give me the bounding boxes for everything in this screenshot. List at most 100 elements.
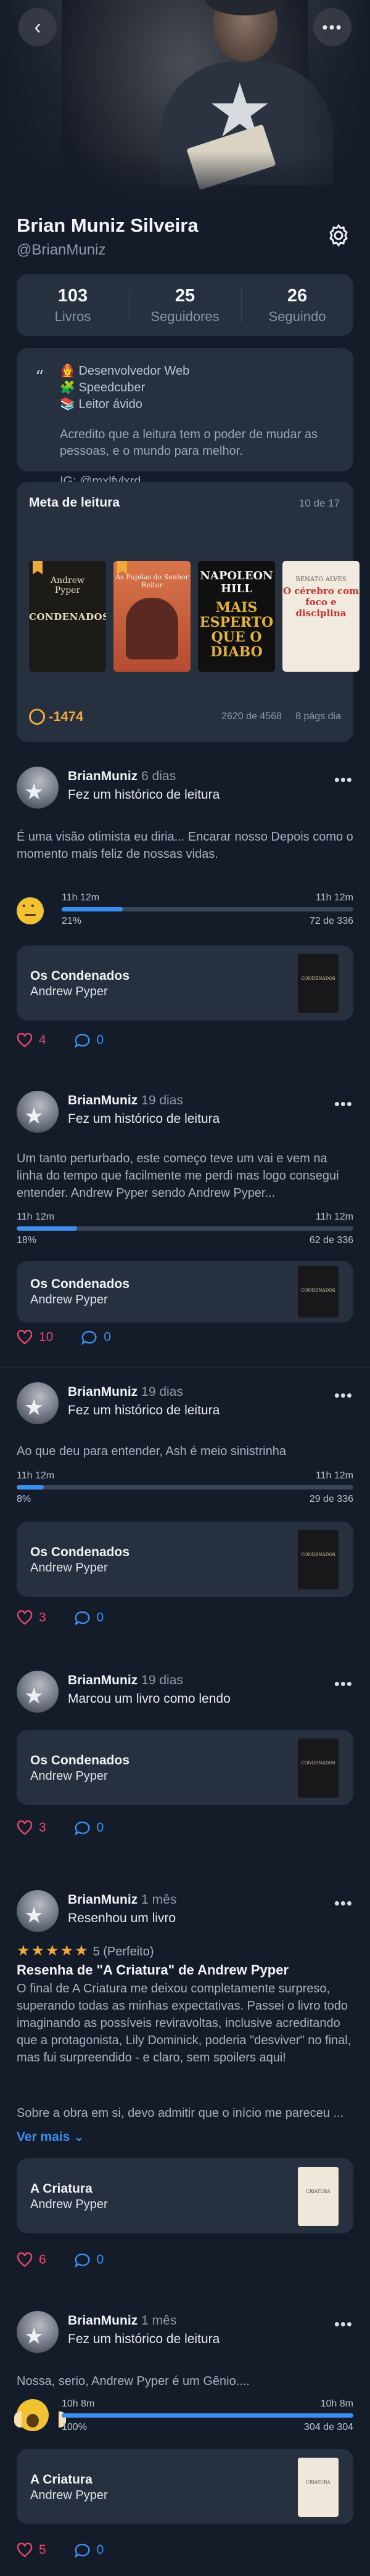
- heart-icon: [17, 1033, 33, 1048]
- pages-remaining: -1474: [29, 709, 83, 725]
- avatar[interactable]: [17, 1671, 59, 1713]
- feed-post: BrianMuniz19 dias Fez um histórico de le…: [0, 1091, 370, 1368]
- comment-icon: [74, 2544, 89, 2558]
- feed-post: BrianMuniz1 mês Fez um histórico de leit…: [0, 2311, 370, 2576]
- rating-stars: ★★★★★ 5 (Perfeito): [17, 1942, 154, 1959]
- progress-bar-fill: [62, 907, 123, 911]
- book-card[interactable]: Os Condenados Andrew Pyper CONDENADOS: [17, 1730, 353, 1805]
- book-cover[interactable]: As Pupilas do Senhor Reitor: [113, 561, 191, 672]
- feed-post: BrianMuniz19 dias Fez um histórico de le…: [0, 1382, 370, 1652]
- post-time: 1 mês: [141, 2313, 177, 2328]
- comment-button[interactable]: 0: [74, 2543, 104, 2558]
- review-text: O final de A Criatura me deixou completa…: [17, 1982, 352, 2064]
- post-time: 6 dias: [141, 769, 176, 783]
- like-button[interactable]: 3: [17, 1610, 46, 1625]
- book-thumbnail: CONDENADOS: [298, 1738, 339, 1798]
- book-thumbnail: CRIATURA: [298, 2167, 339, 2226]
- book-cover[interactable]: NAPOLEON HILL MAIS ESPERTO QUE O DIABO: [198, 561, 275, 672]
- more-options-button[interactable]: •••: [313, 8, 352, 46]
- reading-progress: 11h 12m 11h 12m 8% 29 de 336: [17, 1470, 353, 1504]
- post-action: Resenhou um livro: [68, 1911, 176, 1925]
- bookmark-icon: [117, 561, 127, 574]
- post-username[interactable]: BrianMuniz: [68, 1893, 138, 1907]
- feed-post: BrianMuniz19 dias Marcou um livro como l…: [0, 1671, 370, 1849]
- book-author: Andrew Pyper: [30, 1561, 108, 1575]
- book-title: Os Condenados: [30, 969, 130, 983]
- comment-button[interactable]: 0: [74, 1610, 104, 1626]
- book-author: Andrew Pyper: [30, 2198, 108, 2211]
- like-button[interactable]: 4: [17, 1033, 46, 1048]
- book-author: Andrew Pyper: [30, 1769, 108, 1783]
- heart-icon: [17, 1330, 33, 1345]
- post-time: 1 mês: [141, 1893, 177, 1907]
- heart-icon: [17, 1820, 33, 1835]
- avatar[interactable]: [17, 1890, 59, 1932]
- post-more-button[interactable]: •••: [334, 1894, 353, 1913]
- book-card[interactable]: A Criatura Andrew Pyper CRIATURA: [17, 2158, 353, 2233]
- post-username[interactable]: BrianMuniz: [68, 769, 138, 783]
- post-more-button[interactable]: •••: [334, 1386, 353, 1405]
- post-username[interactable]: BrianMuniz: [68, 2313, 138, 2328]
- book-card[interactable]: Os Condenados Andrew Pyper CONDENADOS: [17, 1522, 353, 1597]
- post-username[interactable]: BrianMuniz: [68, 1385, 138, 1399]
- book-card[interactable]: Os Condenados Andrew Pyper CONDENADOS: [17, 945, 353, 1021]
- post-more-button[interactable]: •••: [334, 2315, 353, 2334]
- reading-progress: 11h 12m 11h 12m 21% 72 de 336: [62, 892, 353, 926]
- profile-stats: 103 Livros 25 Seguidores 26 Seguindo: [17, 274, 353, 336]
- book-cover[interactable]: RENATO ALVES O cérebro com foco e discip…: [282, 561, 360, 672]
- post-more-button[interactable]: •••: [334, 1094, 353, 1114]
- avatar[interactable]: [17, 1382, 59, 1424]
- book-thumbnail: CONDENADOS: [298, 1266, 339, 1318]
- reading-goal-card[interactable]: Meta de leitura 10 de 17 Andrew Pyper CO…: [17, 482, 360, 742]
- ellipsis-icon: •••: [322, 17, 343, 36]
- post-text: Nossa, serio, Andrew Pyper é um Gênio...…: [17, 2374, 250, 2388]
- book-card[interactable]: Os Condenados Andrew Pyper CONDENADOS: [17, 1261, 353, 1323]
- book-author: Andrew Pyper: [30, 1293, 108, 1306]
- post-more-button[interactable]: •••: [334, 770, 353, 789]
- comment-button[interactable]: 0: [74, 1033, 104, 1048]
- post-more-button[interactable]: •••: [334, 1674, 353, 1694]
- post-time: 19 dias: [141, 1673, 183, 1687]
- stat-following[interactable]: 26 Seguindo: [241, 286, 353, 325]
- comment-icon: [74, 1822, 89, 1836]
- comment-icon: [81, 1331, 97, 1345]
- comment-icon: [74, 2254, 89, 2268]
- book-title: A Criatura: [30, 2182, 92, 2196]
- comment-icon: [74, 1034, 89, 1048]
- goal-progress: 2620 de 4568: [221, 711, 282, 722]
- like-button[interactable]: 10: [17, 1330, 53, 1345]
- post-action: Fez um histórico de leitura: [68, 1112, 220, 1126]
- avatar[interactable]: [17, 767, 59, 809]
- comment-button[interactable]: 0: [74, 1820, 104, 1836]
- gauge-icon: [29, 709, 45, 725]
- review-title: Resenha de "A Criatura" de Andrew Pyper: [17, 1962, 289, 1978]
- book-cover[interactable]: Andrew Pyper CONDENADOS: [29, 561, 106, 672]
- shocked-emoji-icon: [14, 2399, 66, 2431]
- post-username[interactable]: BrianMuniz: [68, 1093, 138, 1107]
- stat-followers[interactable]: 25 Seguidores: [129, 286, 241, 325]
- comment-button[interactable]: 0: [81, 1330, 111, 1345]
- post-action: Fez um histórico de leitura: [68, 788, 220, 802]
- heart-icon: [17, 2252, 33, 2267]
- chevron-down-icon: ⌄: [73, 2130, 84, 2144]
- comment-button[interactable]: 0: [74, 2252, 104, 2268]
- avatar[interactable]: [17, 1091, 59, 1133]
- see-more-link[interactable]: Ver mais ⌄: [17, 2129, 84, 2145]
- avatar[interactable]: [17, 2311, 59, 2353]
- book-card[interactable]: A Criatura Andrew Pyper CRIATURA: [17, 2449, 353, 2524]
- gear-icon[interactable]: [324, 221, 353, 250]
- stat-books[interactable]: 103 Livros: [17, 286, 129, 325]
- back-button[interactable]: ‹: [18, 8, 57, 46]
- post-username[interactable]: BrianMuniz: [68, 1673, 138, 1687]
- rating-label: 5 (Perfeito): [92, 1945, 154, 1958]
- post-reactions: 10 0: [17, 1330, 136, 1348]
- post-reactions: 6 0: [17, 2252, 128, 2271]
- like-button[interactable]: 6: [17, 2252, 46, 2267]
- profile-name: Brian Muniz Silveira: [17, 214, 199, 236]
- heart-icon: [17, 1610, 33, 1625]
- post-text: É uma visão otimista eu diria... Encarar…: [17, 830, 353, 861]
- like-button[interactable]: 3: [17, 1820, 46, 1835]
- book-title: Os Condenados: [30, 1545, 130, 1559]
- like-button[interactable]: 5: [17, 2543, 46, 2558]
- book-author: Andrew Pyper: [30, 2488, 108, 2502]
